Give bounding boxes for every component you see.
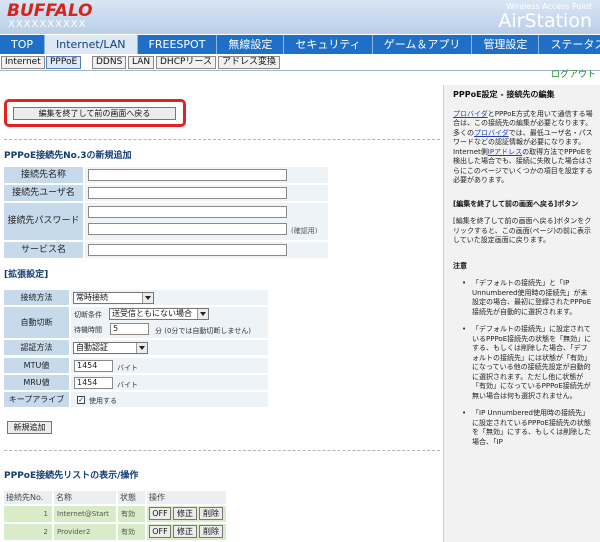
help-note-2: 「デフォルトの接続先」に設定されているPPPoE接続先の状態を「無効」にする、も… <box>462 325 594 401</box>
subtab-lan[interactable]: LAN <box>128 56 155 69</box>
col-header-state: 状態 <box>118 491 145 504</box>
nav-wireless[interactable]: 無線設定 <box>217 35 285 54</box>
chevron-down-icon <box>142 293 153 303</box>
mtu-unit: バイト <box>117 364 138 372</box>
add-new-button[interactable]: 新規追加 <box>7 421 52 434</box>
nav-admin[interactable]: 管理設定 <box>472 35 540 54</box>
nav-internet-lan[interactable]: Internet/LAN <box>45 35 138 54</box>
divider <box>4 450 440 451</box>
label-keepalive: キープアライブ <box>4 392 69 407</box>
row2-edit-button[interactable]: 修正 <box>173 525 197 538</box>
row2-name: Provider2 <box>54 524 116 540</box>
new-entry-title: PPPoE接続先No.3の新規追加 <box>4 151 132 161</box>
row1-no: 1 <box>4 506 52 522</box>
col-header-action: 操作 <box>147 491 226 504</box>
password-input[interactable] <box>88 206 287 218</box>
wait-time-note: 分 (0分では自動切断しません) <box>155 327 251 335</box>
confirm-note: (確認用) <box>291 227 318 235</box>
extended-settings-title: [拡張設定] <box>4 270 49 280</box>
brand-name: AirStation <box>498 10 592 32</box>
wait-time-label: 待機時間 <box>74 326 102 334</box>
help-note-1: 「デフォルトの接続先」と「IP Unnumbered使用時の接続先」が未設定の場… <box>462 279 594 317</box>
brand-logo: BUFFALO <box>7 1 93 21</box>
row1-edit-button[interactable]: 修正 <box>173 507 197 520</box>
logout-link[interactable]: ログアウト <box>551 67 596 80</box>
mru-input[interactable]: 1454 <box>74 377 113 389</box>
row1-off-button[interactable]: OFF <box>149 507 171 520</box>
main-nav: TOP Internet/LAN FREESPOT 無線設定 セキュリティ ゲー… <box>0 35 600 54</box>
col-header-no: 接続先No. <box>4 491 52 504</box>
cut-condition-label: 切断条件 <box>74 311 102 319</box>
user-name-input[interactable] <box>88 187 287 199</box>
label-connection-name: 接続先名称 <box>4 167 83 183</box>
subtab-nat[interactable]: アドレス変換 <box>218 56 281 69</box>
divider <box>4 139 440 140</box>
app-header: BUFFALO XXXXXXXXXX Wireless Access Point… <box>0 0 600 34</box>
subtab-pppoe[interactable]: PPPoE <box>46 56 82 69</box>
row2-delete-button[interactable]: 削除 <box>199 525 223 538</box>
nav-freespot[interactable]: FREESPOT <box>138 35 218 54</box>
list-title: PPPoE接続先リストの表示/操作 <box>4 471 139 481</box>
service-name-input[interactable] <box>88 244 287 256</box>
help-note-3: 「IP Unnumbered使用時の接続先」に設定されているPPPoE接続先の状… <box>462 409 594 447</box>
row1-name: Internet@Start <box>54 506 116 522</box>
nav-security[interactable]: セキュリティ <box>284 35 373 54</box>
row2-state: 有効 <box>118 524 145 540</box>
label-user-name: 接続先ユーザ名 <box>4 185 83 201</box>
auth-method-select[interactable]: 自動認証 <box>73 342 148 354</box>
row2-off-button[interactable]: OFF <box>149 525 171 538</box>
row1-delete-button[interactable]: 削除 <box>199 507 223 520</box>
label-mtu: MTU値 <box>4 358 69 373</box>
label-connection-method: 接続方法 <box>4 290 69 305</box>
help-heading-notes: 注意 <box>453 261 467 270</box>
nav-status[interactable]: ステータス <box>539 35 600 54</box>
model-name: XXXXXXXXXX <box>8 19 87 30</box>
cut-condition-select[interactable]: 送受信ともにない場合 <box>109 308 209 320</box>
label-auto-disconnect: 自動切断 <box>4 307 69 338</box>
wait-time-input[interactable]: 5 <box>110 323 149 335</box>
nav-top[interactable]: TOP <box>0 35 46 54</box>
connection-method-select[interactable]: 常時接続 <box>73 292 154 304</box>
subtab-dhcp-lease[interactable]: DHCPリース <box>156 56 216 69</box>
back-button-highlight: 編集を終了して前の画面へ戻る <box>4 99 186 127</box>
help-paragraph-2: [編集を終了して前の画面へ戻る]ボタンをクリックすると、この画面(ページ)の前に… <box>453 217 592 244</box>
help-heading-back: [編集を終了して前の画面へ戻る]ボタン <box>453 199 579 208</box>
row2-no: 2 <box>4 524 52 540</box>
row1-state: 有効 <box>118 506 145 522</box>
help-link-provider[interactable]: プロバイダ <box>453 110 488 118</box>
label-service-name: サービス名 <box>4 242 83 258</box>
label-password: 接続先パスワード <box>4 203 83 240</box>
help-title: PPPoE設定 - 接続先の編集 <box>453 90 555 99</box>
help-panel: PPPoE設定 - 接続先の編集 プロバイダとPPPoE方式を用いて通信する場合… <box>443 85 600 542</box>
help-notes-list: 「デフォルトの接続先」と「IP Unnumbered使用時の接続先」が未設定の場… <box>453 279 594 447</box>
label-mru: MRU値 <box>4 375 69 390</box>
sub-nav: Internet PPPoE DDNS LAN DHCPリース アドレス変換 <box>0 54 600 71</box>
chevron-down-icon <box>136 343 147 353</box>
mtu-input[interactable]: 1454 <box>74 360 113 372</box>
label-auth-method: 認証方法 <box>4 340 69 355</box>
chevron-down-icon <box>197 309 208 319</box>
help-link-ip-address[interactable]: IPアドレス <box>488 148 522 156</box>
subtab-internet[interactable]: Internet <box>1 56 45 69</box>
help-link-provider-2[interactable]: プロバイダ <box>474 129 509 137</box>
help-paragraph-1: プロバイダとPPPoE方式を用いて通信する場合は、この接続先の編集が必要となりま… <box>453 109 593 185</box>
keepalive-checkbox[interactable]: ✓ <box>77 396 85 404</box>
back-button[interactable]: 編集を終了して前の画面へ戻る <box>13 107 176 120</box>
nav-game-apps[interactable]: ゲーム＆アプリ <box>373 35 473 54</box>
password-confirm-input[interactable] <box>88 223 287 235</box>
col-header-name: 名称 <box>54 491 116 504</box>
connection-name-input[interactable] <box>88 169 287 181</box>
subtab-ddns[interactable]: DDNS <box>92 56 127 69</box>
main-content: 編集を終了して前の画面へ戻る PPPoE接続先No.3の新規追加 接続先名称 接… <box>0 85 442 542</box>
keepalive-label: 使用する <box>89 397 117 405</box>
mru-unit: バイト <box>117 381 138 389</box>
